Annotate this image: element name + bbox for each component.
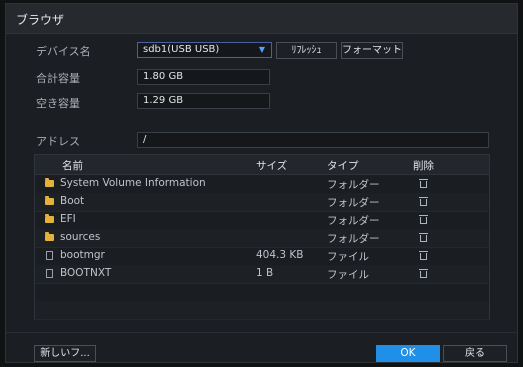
trash-icon[interactable] [419, 251, 428, 260]
file-name: EFI [60, 213, 76, 225]
new-folder-button[interactable]: 新しいフ... [34, 345, 96, 362]
footer-divider [6, 332, 517, 333]
refresh-button[interactable]: ﾘﾌﾚｯｼｭ [276, 42, 337, 59]
trash-icon[interactable] [419, 233, 428, 242]
table-row[interactable]: Boot フォルダー [35, 193, 489, 212]
file-name: Boot [60, 195, 85, 207]
folder-icon [45, 232, 54, 241]
browser-dialog: ブラウザ デバイス名 sdb1(USB USB) ▼ ﾘﾌﾚｯｼｭ フォーマット… [5, 3, 518, 363]
table-body: System Volume Information フォルダー Boot フォルダー E… [35, 175, 489, 320]
file-type: フォルダー [327, 197, 380, 209]
dropdown-arrow-icon: ▼ [258, 45, 265, 54]
file-type: ファイル [327, 251, 369, 263]
address-input[interactable]: / [137, 132, 489, 148]
column-header-name[interactable]: 名前 [62, 158, 83, 173]
trash-icon[interactable] [419, 197, 428, 206]
free-capacity-value: 1.29 GB [137, 93, 270, 109]
column-header-size[interactable]: サイズ [256, 158, 287, 173]
device-select[interactable]: sdb1(USB USB) ▼ [137, 42, 272, 58]
folder-icon [45, 196, 54, 205]
file-name: bootmgr [60, 249, 105, 261]
file-table: 名前 サイズ タイプ 削除 System Volume Information フ… [34, 154, 490, 320]
empty-row [35, 283, 489, 302]
file-type: フォルダー [327, 215, 380, 227]
title-bar: ブラウザ [6, 4, 517, 34]
file-name: BOOTNXT [60, 267, 112, 279]
total-capacity-label: 合計容量 [36, 72, 80, 85]
file-size: 404.3 KB [256, 249, 304, 261]
file-type: フォルダー [327, 233, 380, 245]
device-label: デバイス名 [36, 45, 91, 58]
file-name: System Volume Information [60, 177, 206, 189]
trash-icon[interactable] [419, 179, 428, 188]
table-header: 名前 サイズ タイプ 削除 [35, 155, 489, 175]
back-button[interactable]: 戻る [443, 345, 507, 362]
file-icon [46, 251, 53, 260]
folder-icon [45, 178, 54, 187]
file-type: フォルダー [327, 179, 380, 191]
file-type: ファイル [327, 269, 369, 281]
address-label: アドレス [36, 135, 80, 148]
table-row[interactable]: BOOTNXT 1 B ファイル [35, 265, 489, 284]
empty-row [35, 301, 489, 320]
trash-icon[interactable] [419, 269, 428, 278]
file-name: sources [60, 231, 101, 243]
table-row[interactable]: sources フォルダー [35, 229, 489, 248]
free-capacity-label: 空き容量 [36, 97, 80, 110]
table-row[interactable]: bootmgr 404.3 KB ファイル [35, 247, 489, 266]
column-header-type[interactable]: タイプ [327, 158, 359, 173]
file-size: 1 B [256, 267, 274, 279]
ok-button[interactable]: OK [376, 345, 440, 362]
total-capacity-value: 1.80 GB [137, 69, 270, 85]
format-button[interactable]: フォーマット [341, 42, 403, 59]
file-icon [46, 269, 53, 278]
window-title: ブラウザ [16, 13, 65, 27]
table-row[interactable]: System Volume Information フォルダー [35, 175, 489, 194]
table-row[interactable]: EFI フォルダー [35, 211, 489, 230]
trash-icon[interactable] [419, 215, 428, 224]
device-select-value: sdb1(USB USB) [143, 44, 220, 55]
column-header-delete: 削除 [413, 160, 434, 172]
folder-icon [45, 214, 54, 223]
